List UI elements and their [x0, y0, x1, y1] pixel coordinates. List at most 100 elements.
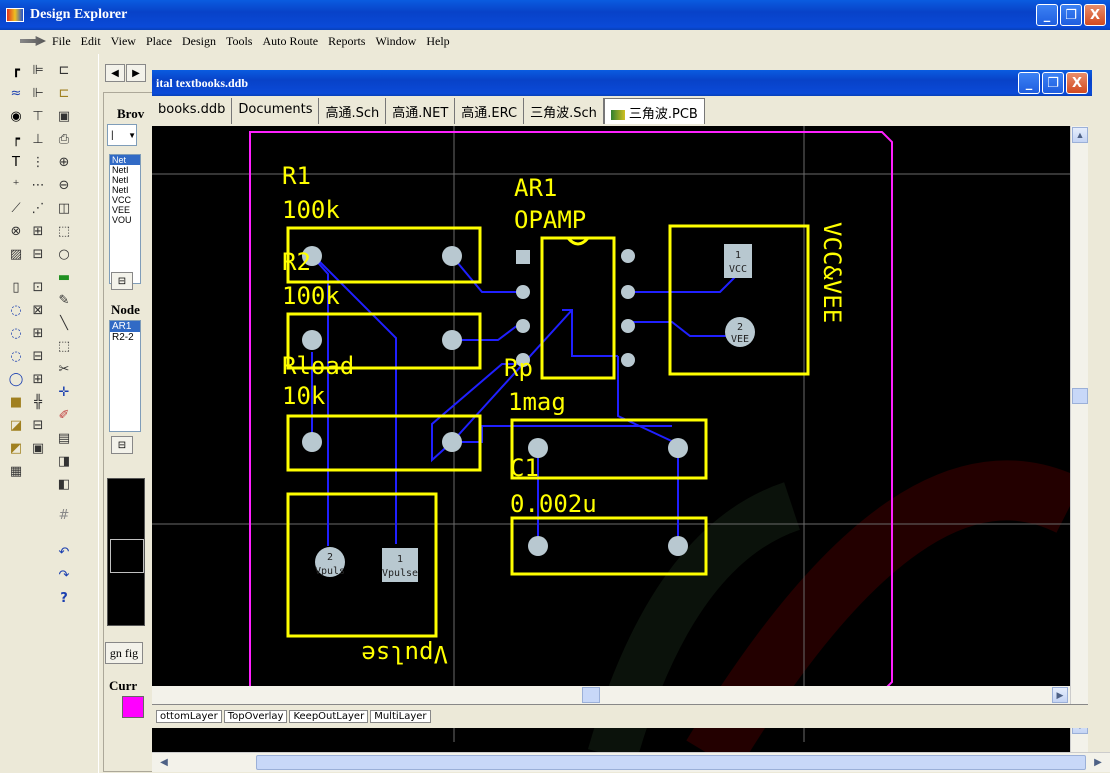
print-icon[interactable]: ⎙ — [54, 129, 74, 149]
tab-gaotong-erc[interactable]: 高通.ERC — [455, 98, 525, 124]
list-item[interactable]: VCC — [110, 195, 140, 205]
sort-icon[interactable]: ⊞ — [28, 369, 48, 389]
pad[interactable] — [516, 285, 530, 299]
distribute-v-icon[interactable]: ⋯ — [28, 175, 48, 195]
place-room-icon[interactable]: ▯ — [6, 277, 26, 297]
layer-tab-keepout[interactable]: KeepOutLayer — [289, 710, 369, 723]
edit-net-icon[interactable]: ⊟ — [111, 272, 133, 290]
pad[interactable] — [621, 249, 635, 263]
distribute-h-icon[interactable]: ⋮ — [28, 152, 48, 172]
align-top-icon[interactable]: ⊤ — [28, 106, 48, 126]
layer-tab-top-overlay[interactable]: TopOverlay — [223, 710, 288, 723]
tab-sanjiaobo-sch[interactable]: 三角波.Sch — [524, 98, 604, 124]
menu-window[interactable]: Window — [375, 34, 416, 49]
menu-edit[interactable]: Edit — [81, 34, 101, 49]
wand-icon[interactable]: ✐ — [54, 405, 74, 425]
pad[interactable] — [302, 432, 322, 452]
pad[interactable] — [516, 319, 530, 333]
arc-center-icon[interactable]: ◌ — [6, 300, 26, 320]
undo-icon[interactable]: ↶ — [54, 542, 74, 562]
library-icon[interactable]: ▬ — [54, 267, 74, 287]
close-button[interactable]: X — [1084, 4, 1106, 26]
full-circle-icon[interactable]: ◯ — [6, 369, 26, 389]
tab-sanjiaobo-pcb[interactable]: 三角波.PCB — [603, 98, 705, 124]
menu-reports[interactable]: Reports — [328, 34, 365, 49]
pad[interactable] — [442, 246, 462, 266]
interactive-route-icon[interactable]: ┏ — [6, 60, 26, 80]
place-dimension-icon[interactable]: ⟋ — [6, 198, 26, 218]
tab-gaotong-net[interactable]: 高通.NET — [386, 98, 456, 124]
doc-minimize-button[interactable]: _ — [1018, 72, 1040, 94]
table-icon[interactable]: ▤ — [54, 428, 74, 448]
scroll-right-icon[interactable]: ▶ — [1090, 755, 1106, 770]
redo-icon[interactable]: ↷ — [54, 565, 74, 585]
component-icon[interactable]: ⊡ — [28, 277, 48, 297]
current-layer-color[interactable] — [122, 696, 144, 718]
pad[interactable] — [668, 536, 688, 556]
arc-track-icon[interactable]: ≈ — [6, 83, 26, 103]
place-pad-icon[interactable]: ◉ — [6, 106, 26, 126]
pad[interactable] — [302, 330, 322, 350]
pad[interactable] — [516, 250, 530, 264]
arc-any-icon[interactable]: ◌ — [6, 346, 26, 366]
move-cross-icon[interactable]: ✛ — [54, 382, 74, 402]
net-list[interactable]: Net NetI NetI NetI VCC VEE VOU — [109, 154, 141, 284]
align-right-icon[interactable]: ⊩ — [28, 83, 48, 103]
grid-align-icon[interactable]: ⊞ — [28, 221, 48, 241]
zoom-fit-icon[interactable]: ⬚ — [54, 221, 74, 241]
browse-type-select[interactable]: | ▼ — [107, 124, 137, 146]
place-via-icon[interactable]: ┍ — [6, 129, 26, 149]
open-icon[interactable]: ⊏ — [54, 83, 74, 103]
forward-arrow-icon[interactable]: ▶ — [126, 64, 146, 82]
place-fill-icon[interactable]: ▨ — [6, 244, 26, 264]
pad[interactable] — [621, 285, 635, 299]
pad[interactable] — [668, 438, 688, 458]
list-item[interactable]: Net — [110, 155, 140, 165]
align-left-icon[interactable]: ⊫ — [28, 60, 48, 80]
pcb-canvas[interactable]: 1 VCC 2 VEE 1 Vpulse 2 Vpuls R1 100k R2 … — [152, 126, 1070, 756]
restore-button[interactable]: ❐ — [1060, 4, 1082, 26]
stack-icon[interactable]: ⊟ — [28, 415, 48, 435]
pcb-drawing[interactable]: 1 VCC 2 VEE 1 Vpulse 2 Vpuls R1 100k R2 … — [152, 126, 1070, 756]
list-item[interactable]: VEE — [110, 205, 140, 215]
main-scroll-thumb[interactable] — [256, 755, 1086, 770]
menu-help[interactable]: Help — [426, 34, 449, 49]
list-item[interactable]: NetI — [110, 175, 140, 185]
mirror-icon[interactable]: ◧ — [54, 474, 74, 494]
pad[interactable] — [621, 319, 635, 333]
arc-edge-icon[interactable]: ◌ — [6, 323, 26, 343]
split-plane-icon[interactable]: ◩ — [6, 438, 26, 458]
node-list[interactable]: AR1 R2-2 — [109, 320, 141, 432]
horizontal-scroll-thumb[interactable] — [582, 687, 600, 703]
scroll-right-icon[interactable]: ▶ — [1052, 687, 1068, 703]
deselect-icon[interactable]: ✂ — [54, 359, 74, 379]
place-rect-fill-icon[interactable]: ■ — [6, 392, 26, 412]
layer-tab-multilayer[interactable]: MultiLayer — [370, 710, 431, 723]
zoom-out-icon[interactable]: ⊖ — [54, 175, 74, 195]
grid-icon[interactable]: # — [54, 505, 74, 525]
place-origin-icon[interactable]: ⊗ — [6, 221, 26, 241]
zoom-area-icon[interactable]: ◫ — [54, 198, 74, 218]
menu-tools[interactable]: Tools — [226, 34, 253, 49]
spacing-icon[interactable]: ⋰ — [28, 198, 48, 218]
list-item[interactable]: R2-2 — [110, 332, 140, 343]
polygon-plane-icon[interactable]: ◪ — [6, 415, 26, 435]
zoom-in-icon[interactable]: ⊕ — [54, 152, 74, 172]
place-string-icon[interactable]: T — [6, 152, 26, 172]
list-item[interactable]: AR1 — [110, 321, 140, 332]
edit-node-icon[interactable]: ⊟ — [111, 436, 133, 454]
document-title-bar[interactable]: ital textbooks.ddb _ ❐ X — [152, 70, 1092, 96]
align-bottom-icon[interactable]: ⊥ — [28, 129, 48, 149]
zoom-select-icon[interactable]: ○ — [54, 244, 74, 264]
minimap[interactable] — [107, 478, 145, 626]
back-arrow-icon[interactable]: ◀ — [105, 64, 125, 82]
text-frame-icon[interactable]: ⊏ — [54, 60, 74, 80]
cross-icon[interactable]: ╬ — [28, 392, 48, 412]
pad[interactable] — [442, 330, 462, 350]
menu-design[interactable]: Design — [182, 34, 216, 49]
layer-tab-bottom[interactable]: ottomLayer — [156, 710, 222, 723]
pencil-icon[interactable]: ✎ — [54, 290, 74, 310]
array-icon[interactable]: ▦ — [6, 461, 26, 481]
menu-place[interactable]: Place — [146, 34, 172, 49]
menu-auto-route[interactable]: Auto Route — [262, 34, 318, 49]
